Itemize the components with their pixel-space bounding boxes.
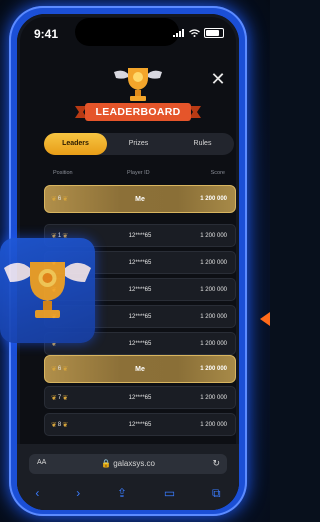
laurel-icon: ❦ <box>62 421 69 429</box>
reload-icon[interactable]: ↻ <box>212 458 220 469</box>
wifi-icon <box>189 29 200 37</box>
address-bar[interactable]: AA 🔒 galaxsys.co ↻ <box>29 454 227 474</box>
tab-prizes[interactable]: Prizes <box>107 133 170 155</box>
table-row: ❦ 8 ❦ 12****65 1 200 000 <box>44 413 236 436</box>
my-rank-player: Me <box>135 365 145 373</box>
my-rank-position: ❦ 6 ❦ <box>51 196 69 203</box>
my-rank-score: 1 200 000 <box>200 366 227 372</box>
laurel-icon: ❦ <box>51 196 57 203</box>
back-icon[interactable]: ‹ <box>35 486 39 500</box>
tab-leaders[interactable]: Leaders <box>44 133 107 155</box>
laurel-icon: ❦ <box>51 394 57 402</box>
laurel-icon: ❦ <box>51 366 57 373</box>
column-player-id: Player ID <box>127 170 150 176</box>
tabs-icon[interactable]: ⧉ <box>212 486 221 501</box>
my-rank-row: ❦ 6 ❦ Me 1 200 000 <box>44 185 236 213</box>
browser-toolbar: AA 🔒 galaxsys.co ↻ ‹ › ⇪ ▭ ⧉ <box>17 444 239 510</box>
status-time: 9:41 <box>34 27 59 41</box>
banner-title: LEADERBOARD <box>95 106 181 118</box>
laurel-icon: ❦ <box>62 394 69 402</box>
tab-bar: Leaders Prizes Rules <box>44 133 234 155</box>
notch <box>75 18 179 46</box>
laurel-icon: ❦ <box>62 366 69 373</box>
forward-icon[interactable]: › <box>76 486 80 500</box>
url-text: 🔒 galaxsys.co <box>101 459 155 468</box>
status-icons <box>173 28 224 38</box>
close-button[interactable]: ✕ <box>209 70 227 88</box>
laurel-icon: ❦ <box>51 421 57 429</box>
tab-rules[interactable]: Rules <box>171 133 234 155</box>
share-icon[interactable]: ⇪ <box>117 486 127 500</box>
leaderboard-banner: LEADERBOARD <box>75 102 201 122</box>
status-bar: 9:41 <box>17 14 239 50</box>
bookmarks-icon[interactable]: ▭ <box>164 486 175 500</box>
winged-trophy-icon <box>4 262 91 318</box>
floating-trophy-card <box>0 238 95 343</box>
my-rank-player: Me <box>135 195 145 203</box>
my-rank-row: ❦ 6 ❦ Me 1 200 000 <box>44 355 236 383</box>
my-rank-score: 1 200 000 <box>200 196 227 202</box>
table-row: ❦ 7 ❦ 12****65 1 200 000 <box>44 386 236 409</box>
trophy-icon <box>114 68 162 101</box>
laurel-icon: ❦ <box>62 196 69 203</box>
column-position: Position <box>53 170 73 176</box>
column-score: Score <box>210 170 225 176</box>
signal-icon <box>173 29 184 37</box>
browser-nav: ‹ › ⇪ ▭ ⧉ <box>17 482 239 504</box>
battery-icon <box>204 28 224 38</box>
